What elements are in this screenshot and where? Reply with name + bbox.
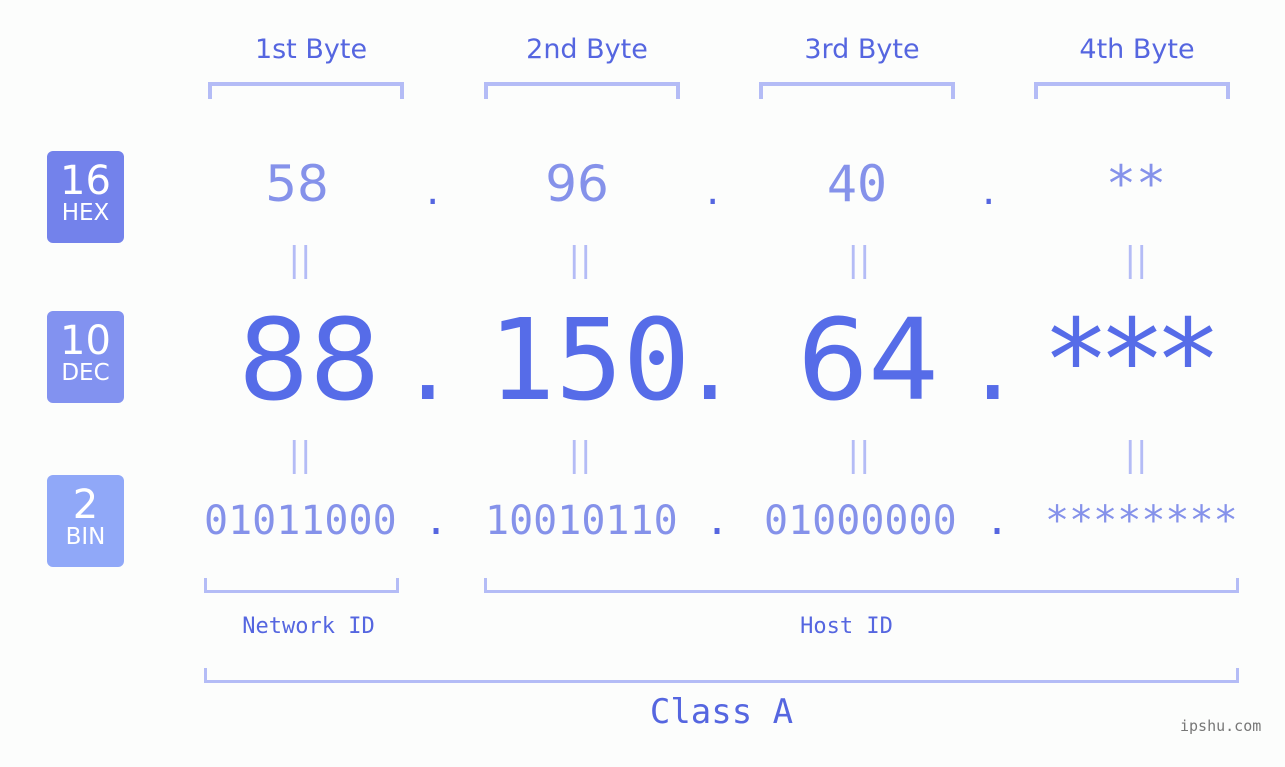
hex-byte-2: 96: [545, 155, 609, 213]
bin-byte-4: ********: [1045, 498, 1238, 544]
bin-byte-1: 01011000: [204, 498, 397, 544]
equals-hex-dec-3: ||: [847, 240, 871, 280]
byte-4-bracket: [1034, 82, 1230, 99]
watermark: ipshu.com: [1180, 717, 1262, 735]
bin-dot-2: .: [705, 498, 730, 544]
host-id-label: Host ID: [800, 614, 893, 639]
network-id-label: Network ID: [242, 614, 375, 639]
dec-badge: 10 DEC: [47, 311, 124, 403]
equals-dec-bin-1: ||: [288, 435, 312, 475]
dec-byte-2: 150: [488, 296, 691, 426]
dec-dot-3: .: [975, 296, 1011, 426]
hex-byte-3: 40: [826, 155, 888, 213]
equals-dec-bin-2: ||: [568, 435, 592, 475]
bin-badge-label: BIN: [65, 524, 106, 550]
equals-dec-bin-4: ||: [1124, 435, 1148, 475]
network-id-bracket: [204, 578, 399, 593]
hex-badge: 16 HEX: [47, 151, 124, 243]
dec-dot-2: .: [692, 296, 728, 426]
byte-1-bracket: [208, 82, 404, 99]
hex-dot-2: .: [706, 165, 720, 214]
dec-badge-base: 10: [60, 318, 111, 364]
dec-badge-label: DEC: [61, 360, 110, 386]
equals-hex-dec-2: ||: [568, 240, 592, 280]
dec-byte-3: 64: [797, 296, 940, 426]
class-bracket: [204, 668, 1239, 683]
byte-header-4: 4th Byte: [1079, 34, 1195, 65]
host-id-bracket: [484, 578, 1239, 593]
hex-byte-1: 58: [265, 155, 329, 213]
byte-3-bracket: [759, 82, 955, 99]
hex-badge-label: HEX: [61, 200, 110, 226]
hex-badge-base: 16: [60, 158, 111, 204]
equals-dec-bin-3: ||: [847, 435, 871, 475]
hex-dot-1: .: [426, 165, 440, 214]
byte-header-1: 1st Byte: [254, 34, 368, 65]
byte-header-2: 2nd Byte: [526, 34, 648, 65]
dec-dot-1: .: [410, 296, 446, 426]
byte-2-bracket: [484, 82, 680, 99]
hex-byte-4: **: [1105, 155, 1167, 213]
hex-dot-3: .: [982, 165, 996, 214]
class-label: Class A: [649, 692, 794, 732]
byte-header-3: 3rd Byte: [804, 34, 920, 65]
equals-hex-dec-4: ||: [1124, 240, 1148, 280]
bin-badge: 2 BIN: [47, 475, 124, 567]
equals-hex-dec-1: ||: [288, 240, 312, 280]
bin-byte-2: 10010110: [485, 498, 678, 544]
bin-dot-1: .: [424, 498, 449, 544]
bin-dot-3: .: [985, 498, 1010, 544]
bin-badge-base: 2: [72, 482, 99, 528]
dec-byte-4: ***: [1048, 296, 1216, 426]
bin-byte-3: 01000000: [764, 498, 957, 544]
dec-byte-1: 88: [238, 296, 381, 426]
